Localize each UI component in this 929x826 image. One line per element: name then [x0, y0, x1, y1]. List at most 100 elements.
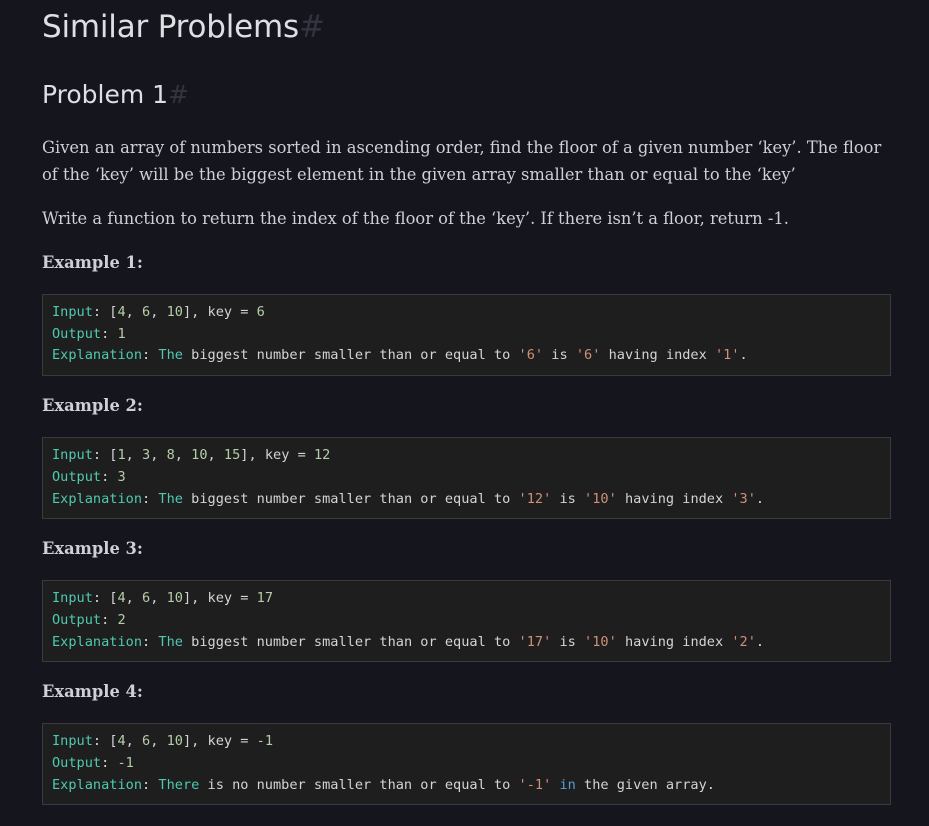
code-token: :: [101, 325, 118, 342]
code-token: 10: [191, 447, 208, 464]
code-token: is: [551, 633, 585, 650]
code-token: 1: [117, 447, 126, 464]
code-line: Output: 1: [52, 324, 881, 346]
code-line: Input: [4, 6, 10], key = -1: [52, 731, 881, 753]
code-token: There: [158, 776, 200, 793]
code-token: '10': [584, 633, 617, 650]
code-token: ,: [207, 447, 224, 464]
code-token: :: [142, 490, 159, 507]
code-token: : [: [92, 304, 118, 320]
problem-description: Given an array of numbers sorted in asce…: [42, 138, 882, 184]
code-token: having index: [616, 490, 732, 507]
code-token: is no number smaller than or equal to: [199, 776, 519, 793]
example-code-block: Input: [4, 6, 10], key = 17 Output: 2 Expl…: [42, 580, 891, 663]
code-token: 10: [166, 304, 183, 320]
code-line: Input: [4, 6, 10], key = 17: [52, 588, 881, 610]
page-title: Similar Problems#: [42, 0, 891, 46]
code-token: .: [755, 633, 765, 650]
code-line: Explanation: The biggest number smaller …: [52, 345, 881, 367]
code-token: is: [543, 347, 576, 364]
code-token: '6': [518, 347, 544, 364]
code-token: in: [559, 776, 576, 793]
code-token: the given array.: [575, 776, 715, 793]
example-code-block: Input: [4, 6, 10], key = 6 Output: 1 Expla…: [42, 294, 891, 377]
code-line: Input: [4, 6, 10], key = 6: [52, 302, 881, 324]
code-token: 2: [117, 611, 126, 628]
code-token: Explanation: [52, 490, 143, 507]
example-heading: Example 2:: [42, 396, 143, 416]
code-token: 15: [223, 447, 241, 464]
code-token: '3': [731, 490, 756, 507]
example-heading: Example 3:: [42, 539, 143, 559]
code-token: :: [101, 468, 118, 485]
code-line: Output: -1: [52, 753, 881, 775]
code-token: biggest number smaller than or equal to: [182, 347, 519, 364]
code-token: Explanation: [52, 776, 143, 793]
code-token: : [: [92, 447, 118, 464]
code-token: -1: [117, 755, 134, 772]
code-token: ,: [174, 447, 192, 464]
code-line: Input: [1, 3, 8, 10, 15], key = 12: [52, 445, 881, 467]
code-token: Input: [52, 733, 93, 750]
code-token: -1: [256, 733, 274, 750]
code-token: ,: [125, 590, 143, 607]
code-token: The: [158, 633, 183, 650]
problem-anchor-link[interactable]: #: [168, 80, 189, 109]
code-token: .: [739, 347, 748, 364]
code-token: '2': [731, 633, 756, 650]
article-content: Similar Problems# Problem 1# Given an ar…: [0, 0, 929, 806]
code-token: '-1': [518, 776, 552, 793]
code-token: biggest number smaller than or equal to: [182, 633, 519, 650]
code-token: '12': [518, 490, 552, 507]
code-token: ], key =: [182, 733, 257, 750]
code-token: :: [142, 776, 159, 793]
code-token: The: [158, 490, 183, 507]
code-token: Input: [52, 590, 93, 607]
code-token: 6: [142, 304, 151, 320]
problem-title-text: Problem 1: [42, 80, 169, 109]
heading-anchor-link[interactable]: #: [299, 9, 325, 45]
code-line: Explanation: There is no number smaller …: [52, 775, 881, 797]
code-token: ,: [125, 733, 143, 750]
code-token: is: [551, 490, 585, 507]
code-line: Explanation: The biggest number smaller …: [52, 632, 881, 654]
code-token: 3: [117, 468, 126, 485]
code-token: ], key =: [182, 590, 257, 607]
code-token: The: [158, 347, 183, 364]
code-token: 3: [142, 447, 151, 464]
code-token: 1: [117, 325, 126, 342]
code-token: Explanation: [52, 347, 143, 364]
code-token: :: [101, 611, 118, 628]
code-line: Explanation: The biggest number smaller …: [52, 489, 881, 511]
code-token: Output: [52, 611, 102, 628]
code-token: 10: [166, 590, 183, 607]
code-token: '17': [518, 633, 552, 650]
code-token: ,: [125, 447, 143, 464]
code-token: .: [755, 490, 765, 507]
code-token: ,: [150, 590, 167, 607]
code-token: having index: [600, 347, 715, 364]
code-token: 12: [313, 447, 331, 464]
code-token: Output: [52, 468, 102, 485]
code-token: 17: [256, 590, 274, 607]
code-token: ,: [150, 304, 167, 320]
code-line: Output: 3: [52, 467, 881, 489]
code-token: ], key =: [182, 304, 257, 320]
example-heading: Example 1:: [42, 253, 143, 272]
code-token: ], key =: [240, 447, 314, 464]
code-token: 10: [166, 733, 183, 750]
code-token: : [: [92, 733, 118, 750]
code-token: 6: [142, 733, 151, 750]
page-title-text: Similar Problems: [42, 9, 300, 45]
code-token: 4: [117, 304, 126, 320]
example-code-block: Input: [4, 6, 10], key = -1 Output: -1 Exp…: [42, 723, 891, 806]
problem-task: Write a function to return the index of …: [42, 209, 789, 228]
code-token: Explanation: [52, 633, 143, 650]
code-token: Input: [52, 447, 93, 464]
example-heading: Example 4:: [42, 682, 143, 702]
code-line: Output: 2: [52, 610, 881, 632]
code-token: : [: [92, 590, 118, 607]
problem-title: Problem 1#: [42, 79, 891, 111]
code-token: biggest number smaller than or equal to: [182, 490, 519, 507]
example-code-block: Input: [1, 3, 8, 10, 15], key = 12 Output…: [42, 437, 891, 520]
